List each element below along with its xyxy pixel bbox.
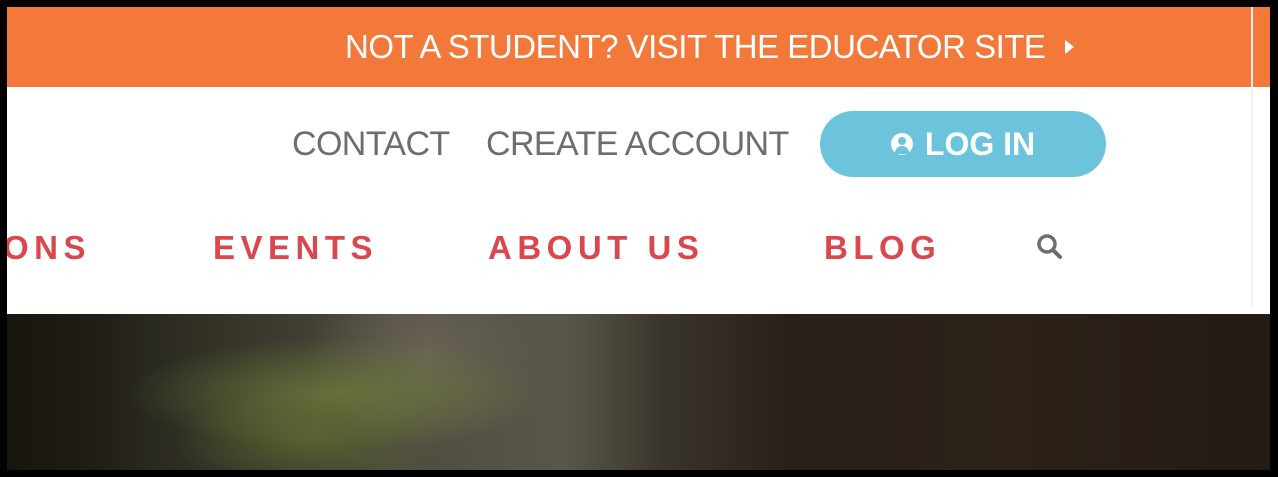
hero-image: [7, 314, 1270, 470]
hero-shadow: [7, 314, 147, 470]
educator-site-link[interactable]: NOT A STUDENT? VISIT THE EDUCATOR SITE: [345, 7, 1075, 87]
search-button[interactable]: [1032, 229, 1068, 265]
user-circle-icon: [890, 133, 913, 155]
nav-item-blog[interactable]: BLOG: [824, 229, 941, 267]
nav-item-about-us[interactable]: ABOUT US: [488, 229, 704, 267]
login-button[interactable]: LOG IN: [820, 111, 1106, 177]
login-button-label: LOG IN: [924, 125, 1036, 162]
nav-item-partial[interactable]: ONS: [7, 229, 91, 267]
search-icon: [1037, 234, 1062, 259]
nav-item-events[interactable]: EVENTS: [213, 229, 378, 267]
create-account-link[interactable]: CREATE ACCOUNT: [486, 125, 789, 164]
page-edge: [1251, 7, 1253, 307]
triangle-right-icon: [1065, 40, 1075, 54]
educator-banner: NOT A STUDENT? VISIT THE EDUCATOR SITE: [7, 7, 1270, 87]
page-viewport: NOT A STUDENT? VISIT THE EDUCATOR SITE C…: [0, 0, 1278, 477]
educator-site-link-label: NOT A STUDENT? VISIT THE EDUCATOR SITE: [345, 28, 1046, 65]
contact-link[interactable]: CONTACT: [292, 125, 450, 164]
